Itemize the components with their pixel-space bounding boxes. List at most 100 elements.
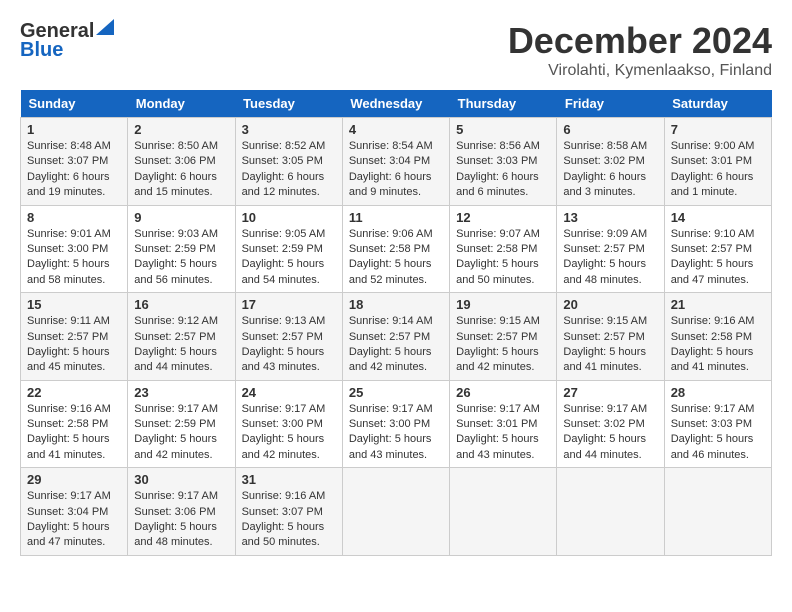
- day-number: 20: [563, 297, 657, 312]
- day-number: 15: [27, 297, 121, 312]
- sunset-label: Sunset: 2:59 PM: [242, 243, 323, 255]
- day-number: 13: [563, 210, 657, 225]
- day-number: 4: [349, 122, 443, 137]
- daylight-label: Daylight: 5 hours and 50 minutes.: [242, 521, 325, 548]
- daylight-label: Daylight: 5 hours and 44 minutes.: [563, 433, 646, 460]
- day-info: Sunrise: 9:12 AM Sunset: 2:57 PM Dayligh…: [134, 314, 228, 376]
- sunrise-label: Sunrise: 9:03 AM: [134, 228, 218, 240]
- daylight-label: Daylight: 5 hours and 42 minutes.: [456, 346, 539, 373]
- sunset-label: Sunset: 3:01 PM: [456, 418, 537, 430]
- calendar-header-row: SundayMondayTuesdayWednesdayThursdayFrid…: [21, 90, 772, 118]
- day-info: Sunrise: 9:05 AM Sunset: 2:59 PM Dayligh…: [242, 227, 336, 289]
- sunrise-label: Sunrise: 9:17 AM: [349, 403, 433, 415]
- calendar-cell: 13 Sunrise: 9:09 AM Sunset: 2:57 PM Dayl…: [557, 205, 664, 293]
- calendar-cell: 11 Sunrise: 9:06 AM Sunset: 2:58 PM Dayl…: [342, 205, 449, 293]
- day-number: 27: [563, 385, 657, 400]
- calendar-week-5: 29 Sunrise: 9:17 AM Sunset: 3:04 PM Dayl…: [21, 468, 772, 556]
- day-info: Sunrise: 9:13 AM Sunset: 2:57 PM Dayligh…: [242, 314, 336, 376]
- calendar-week-1: 1 Sunrise: 8:48 AM Sunset: 3:07 PM Dayli…: [21, 118, 772, 206]
- calendar-cell: 7 Sunrise: 9:00 AM Sunset: 3:01 PM Dayli…: [664, 118, 771, 206]
- day-header-monday: Monday: [128, 90, 235, 118]
- sunset-label: Sunset: 3:07 PM: [27, 155, 108, 167]
- calendar-cell: 24 Sunrise: 9:17 AM Sunset: 3:00 PM Dayl…: [235, 380, 342, 468]
- sunset-label: Sunset: 3:01 PM: [671, 155, 752, 167]
- page-header: General Blue December 2024 Virolahti, Ky…: [20, 20, 772, 80]
- calendar-cell: 27 Sunrise: 9:17 AM Sunset: 3:02 PM Dayl…: [557, 380, 664, 468]
- sunset-label: Sunset: 3:02 PM: [563, 155, 644, 167]
- calendar-week-4: 22 Sunrise: 9:16 AM Sunset: 2:58 PM Dayl…: [21, 380, 772, 468]
- sunset-label: Sunset: 3:03 PM: [671, 418, 752, 430]
- sunrise-label: Sunrise: 9:05 AM: [242, 228, 326, 240]
- day-number: 31: [242, 472, 336, 487]
- calendar-cell: [557, 468, 664, 556]
- day-info: Sunrise: 9:17 AM Sunset: 3:01 PM Dayligh…: [456, 402, 550, 464]
- day-info: Sunrise: 9:17 AM Sunset: 3:06 PM Dayligh…: [134, 489, 228, 551]
- day-info: Sunrise: 9:17 AM Sunset: 2:59 PM Dayligh…: [134, 402, 228, 464]
- calendar-cell: [450, 468, 557, 556]
- title-section: December 2024 Virolahti, Kymenlaakso, Fi…: [508, 20, 772, 80]
- daylight-label: Daylight: 6 hours and 15 minutes.: [134, 171, 217, 198]
- calendar-cell: 10 Sunrise: 9:05 AM Sunset: 2:59 PM Dayl…: [235, 205, 342, 293]
- daylight-label: Daylight: 6 hours and 12 minutes.: [242, 171, 325, 198]
- day-info: Sunrise: 9:00 AM Sunset: 3:01 PM Dayligh…: [671, 139, 765, 201]
- sunset-label: Sunset: 2:57 PM: [27, 331, 108, 343]
- day-number: 9: [134, 210, 228, 225]
- day-info: Sunrise: 9:17 AM Sunset: 3:00 PM Dayligh…: [242, 402, 336, 464]
- daylight-label: Daylight: 5 hours and 43 minutes.: [456, 433, 539, 460]
- sunset-label: Sunset: 2:57 PM: [563, 331, 644, 343]
- daylight-label: Daylight: 5 hours and 43 minutes.: [242, 346, 325, 373]
- sunrise-label: Sunrise: 9:12 AM: [134, 315, 218, 327]
- daylight-label: Daylight: 5 hours and 47 minutes.: [27, 521, 110, 548]
- day-number: 6: [563, 122, 657, 137]
- sunset-label: Sunset: 3:05 PM: [242, 155, 323, 167]
- day-info: Sunrise: 8:56 AM Sunset: 3:03 PM Dayligh…: [456, 139, 550, 201]
- day-info: Sunrise: 9:17 AM Sunset: 3:00 PM Dayligh…: [349, 402, 443, 464]
- day-info: Sunrise: 9:10 AM Sunset: 2:57 PM Dayligh…: [671, 227, 765, 289]
- day-info: Sunrise: 9:01 AM Sunset: 3:00 PM Dayligh…: [27, 227, 121, 289]
- sunrise-label: Sunrise: 9:17 AM: [134, 403, 218, 415]
- day-header-thursday: Thursday: [450, 90, 557, 118]
- calendar-cell: 26 Sunrise: 9:17 AM Sunset: 3:01 PM Dayl…: [450, 380, 557, 468]
- day-header-wednesday: Wednesday: [342, 90, 449, 118]
- daylight-label: Daylight: 5 hours and 56 minutes.: [134, 258, 217, 285]
- sunset-label: Sunset: 3:00 PM: [27, 243, 108, 255]
- calendar-cell: 12 Sunrise: 9:07 AM Sunset: 2:58 PM Dayl…: [450, 205, 557, 293]
- sunset-label: Sunset: 2:57 PM: [456, 331, 537, 343]
- day-info: Sunrise: 9:11 AM Sunset: 2:57 PM Dayligh…: [27, 314, 121, 376]
- sunset-label: Sunset: 2:57 PM: [242, 331, 323, 343]
- daylight-label: Daylight: 5 hours and 41 minutes.: [671, 346, 754, 373]
- calendar-cell: 22 Sunrise: 9:16 AM Sunset: 2:58 PM Dayl…: [21, 380, 128, 468]
- day-number: 16: [134, 297, 228, 312]
- sunset-label: Sunset: 2:59 PM: [134, 418, 215, 430]
- calendar-cell: 29 Sunrise: 9:17 AM Sunset: 3:04 PM Dayl…: [21, 468, 128, 556]
- sunset-label: Sunset: 2:57 PM: [134, 331, 215, 343]
- calendar-cell: 9 Sunrise: 9:03 AM Sunset: 2:59 PM Dayli…: [128, 205, 235, 293]
- day-info: Sunrise: 8:48 AM Sunset: 3:07 PM Dayligh…: [27, 139, 121, 201]
- daylight-label: Daylight: 5 hours and 54 minutes.: [242, 258, 325, 285]
- daylight-label: Daylight: 5 hours and 50 minutes.: [456, 258, 539, 285]
- sunrise-label: Sunrise: 8:54 AM: [349, 140, 433, 152]
- day-number: 17: [242, 297, 336, 312]
- day-number: 11: [349, 210, 443, 225]
- daylight-label: Daylight: 6 hours and 9 minutes.: [349, 171, 432, 198]
- day-info: Sunrise: 9:16 AM Sunset: 2:58 PM Dayligh…: [27, 402, 121, 464]
- day-number: 7: [671, 122, 765, 137]
- day-number: 23: [134, 385, 228, 400]
- daylight-label: Daylight: 6 hours and 1 minute.: [671, 171, 754, 198]
- daylight-label: Daylight: 5 hours and 48 minutes.: [134, 521, 217, 548]
- day-info: Sunrise: 9:06 AM Sunset: 2:58 PM Dayligh…: [349, 227, 443, 289]
- sunrise-label: Sunrise: 9:14 AM: [349, 315, 433, 327]
- sunrise-label: Sunrise: 9:16 AM: [242, 490, 326, 502]
- day-header-sunday: Sunday: [21, 90, 128, 118]
- sunset-label: Sunset: 3:02 PM: [563, 418, 644, 430]
- day-number: 29: [27, 472, 121, 487]
- month-title: December 2024: [508, 20, 772, 62]
- sunset-label: Sunset: 3:06 PM: [134, 506, 215, 518]
- sunset-label: Sunset: 3:04 PM: [27, 506, 108, 518]
- calendar-cell: 15 Sunrise: 9:11 AM Sunset: 2:57 PM Dayl…: [21, 293, 128, 381]
- sunset-label: Sunset: 2:57 PM: [671, 243, 752, 255]
- sunset-label: Sunset: 3:00 PM: [349, 418, 430, 430]
- calendar-cell: 16 Sunrise: 9:12 AM Sunset: 2:57 PM Dayl…: [128, 293, 235, 381]
- day-info: Sunrise: 9:09 AM Sunset: 2:57 PM Dayligh…: [563, 227, 657, 289]
- sunrise-label: Sunrise: 9:10 AM: [671, 228, 755, 240]
